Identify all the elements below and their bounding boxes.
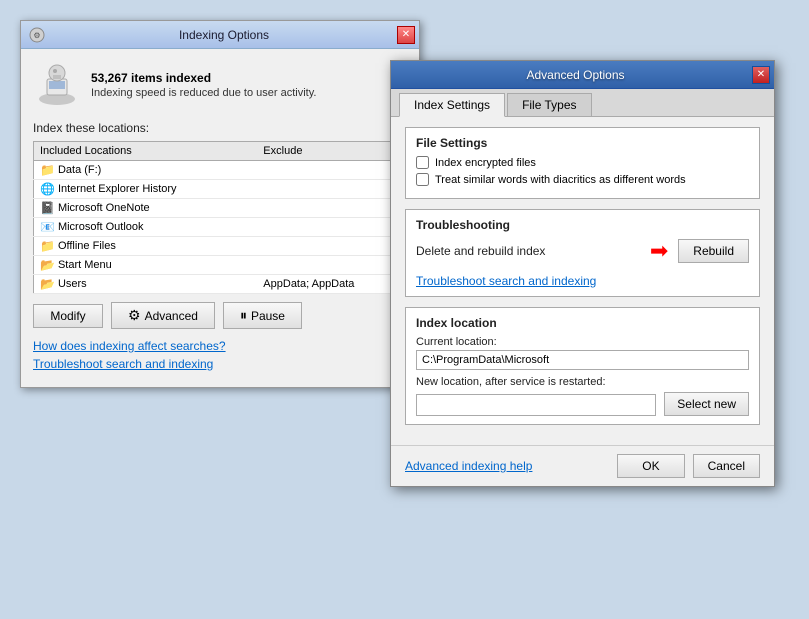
advanced-title-text: Advanced Options (399, 68, 752, 82)
encrypt-label: Index encrypted files (435, 157, 536, 169)
locations-table: Included Locations Exclude 📁 Data (F:) 🌐… (33, 141, 407, 294)
loc-icon: 📧 (40, 220, 55, 234)
diacritics-checkbox[interactable] (416, 173, 429, 186)
locations-section-label: Index these locations: (33, 121, 407, 135)
arrow-indicator: ➡ (650, 238, 668, 264)
modify-button[interactable]: Modify (33, 304, 103, 328)
current-location-label: Current location: (416, 336, 749, 348)
advanced-button[interactable]: ⚙ Advanced (111, 302, 215, 329)
col-included-header: Included Locations (34, 142, 258, 161)
encrypt-checkbox[interactable] (416, 156, 429, 169)
rebuild-label: Delete and rebuild index (416, 244, 545, 258)
indexing-status-msg: Indexing speed is reduced due to user ac… (91, 87, 316, 99)
advanced-btn-label: Advanced (145, 309, 198, 323)
advanced-window-controls: ✕ (752, 66, 770, 84)
how-indexing-link[interactable]: How does indexing affect searches? (33, 339, 407, 353)
loc-exclude (257, 218, 406, 237)
loc-icon: 📁 (40, 163, 55, 177)
indexing-body: 53,267 items indexed Indexing speed is r… (21, 49, 419, 387)
pause-btn-icon: ⏸ (240, 307, 247, 324)
file-settings-group: File Settings Index encrypted files Trea… (405, 127, 760, 199)
table-row: 📓 Microsoft OneNote (34, 199, 407, 218)
troubleshooting-group: Troubleshooting Delete and rebuild index… (405, 209, 760, 297)
advanced-title-bar: Advanced Options ✕ (391, 61, 774, 89)
indexing-button-row: Modify ⚙ Advanced ⏸ Pause (33, 302, 407, 329)
encrypt-checkbox-row: Index encrypted files (416, 156, 749, 169)
tab-file-types[interactable]: File Types (507, 93, 591, 116)
indexing-title-icon: ⚙ (29, 27, 45, 43)
loc-icon: 🌐 (40, 182, 55, 196)
advanced-tabs-bar: Index Settings File Types (391, 89, 774, 117)
diacritics-label: Treat similar words with diacritics as d… (435, 174, 686, 186)
tab-index-settings-label: Index Settings (414, 98, 490, 112)
loc-exclude (257, 161, 406, 180)
select-new-button[interactable]: Select new (664, 392, 749, 416)
pause-button[interactable]: ⏸ Pause (223, 302, 302, 329)
advanced-body: File Settings Index encrypted files Trea… (391, 117, 774, 445)
ok-button[interactable]: OK (617, 454, 684, 478)
loc-icon: 📓 (40, 201, 55, 215)
indexing-close-btn[interactable]: ✕ (397, 26, 415, 44)
footer-buttons: OK Cancel (617, 454, 760, 478)
advanced-options-window: Advanced Options ✕ Index Settings File T… (390, 60, 775, 487)
indexing-title-text: Indexing Options (51, 28, 397, 42)
loc-name: Microsoft OneNote (58, 202, 150, 214)
loc-name: Offline Files (58, 240, 116, 252)
loc-icon: 📂 (40, 277, 55, 291)
loc-exclude (257, 237, 406, 256)
new-location-label: New location, after service is restarted… (416, 376, 749, 388)
table-row: 📧 Microsoft Outlook (34, 218, 407, 237)
loc-icon: 📂 (40, 258, 55, 272)
table-row: 📂 Users AppData; AppData (34, 275, 407, 294)
table-row: 📁 Data (F:) (34, 161, 407, 180)
table-row: 📁 Offline Files (34, 237, 407, 256)
advanced-footer: Advanced indexing help OK Cancel (391, 445, 774, 486)
loc-exclude: AppData; AppData (257, 275, 406, 294)
loc-name: Users (58, 278, 87, 290)
svg-text:⚙: ⚙ (33, 31, 40, 40)
pause-btn-label: Pause (251, 309, 285, 323)
loc-exclude (257, 180, 406, 199)
col-exclude-header: Exclude (257, 142, 406, 161)
indexing-status-icon (33, 61, 81, 109)
rebuild-button[interactable]: Rebuild (678, 239, 749, 263)
cancel-button[interactable]: Cancel (693, 454, 760, 478)
advanced-btn-icon: ⚙ (128, 307, 141, 324)
table-row: 📂 Start Menu (34, 256, 407, 275)
advanced-indexing-help-link[interactable]: Advanced indexing help (405, 459, 532, 473)
troubleshoot-search-link[interactable]: Troubleshoot search and indexing (416, 274, 596, 288)
indexing-options-window: ⚙ Indexing Options ✕ 53,267 items indexe… (20, 20, 420, 388)
tab-file-types-label: File Types (522, 98, 576, 112)
rebuild-action: ➡ Rebuild (650, 238, 749, 264)
troubleshoot-indexing-link[interactable]: Troubleshoot search and indexing (33, 357, 407, 371)
loc-icon: 📁 (40, 239, 55, 253)
loc-name: Internet Explorer History (58, 183, 177, 195)
troubleshooting-title: Troubleshooting (416, 218, 749, 232)
indexing-info: 53,267 items indexed Indexing speed is r… (91, 71, 316, 99)
advanced-close-btn[interactable]: ✕ (752, 66, 770, 84)
items-indexed-count: 53,267 items indexed (91, 71, 316, 85)
index-location-title: Index location (416, 316, 749, 330)
new-location-input[interactable] (416, 394, 656, 416)
loc-name: Data (F:) (58, 164, 101, 176)
file-settings-title: File Settings (416, 136, 749, 150)
indexing-title-bar: ⚙ Indexing Options ✕ (21, 21, 419, 49)
indexing-window-controls: ✕ (397, 26, 415, 44)
tab-index-settings[interactable]: Index Settings (399, 93, 505, 117)
new-location-row: Select new (416, 392, 749, 416)
current-location-input[interactable] (416, 350, 749, 370)
rebuild-row: Delete and rebuild index ➡ Rebuild (416, 238, 749, 264)
loc-exclude (257, 256, 406, 275)
loc-exclude (257, 199, 406, 218)
indexing-header: 53,267 items indexed Indexing speed is r… (33, 61, 407, 109)
loc-name: Start Menu (58, 259, 112, 271)
loc-name: Microsoft Outlook (58, 221, 144, 233)
index-location-section: Index location Current location: New loc… (405, 307, 760, 425)
table-row: 🌐 Internet Explorer History (34, 180, 407, 199)
diacritics-checkbox-row: Treat similar words with diacritics as d… (416, 173, 749, 186)
